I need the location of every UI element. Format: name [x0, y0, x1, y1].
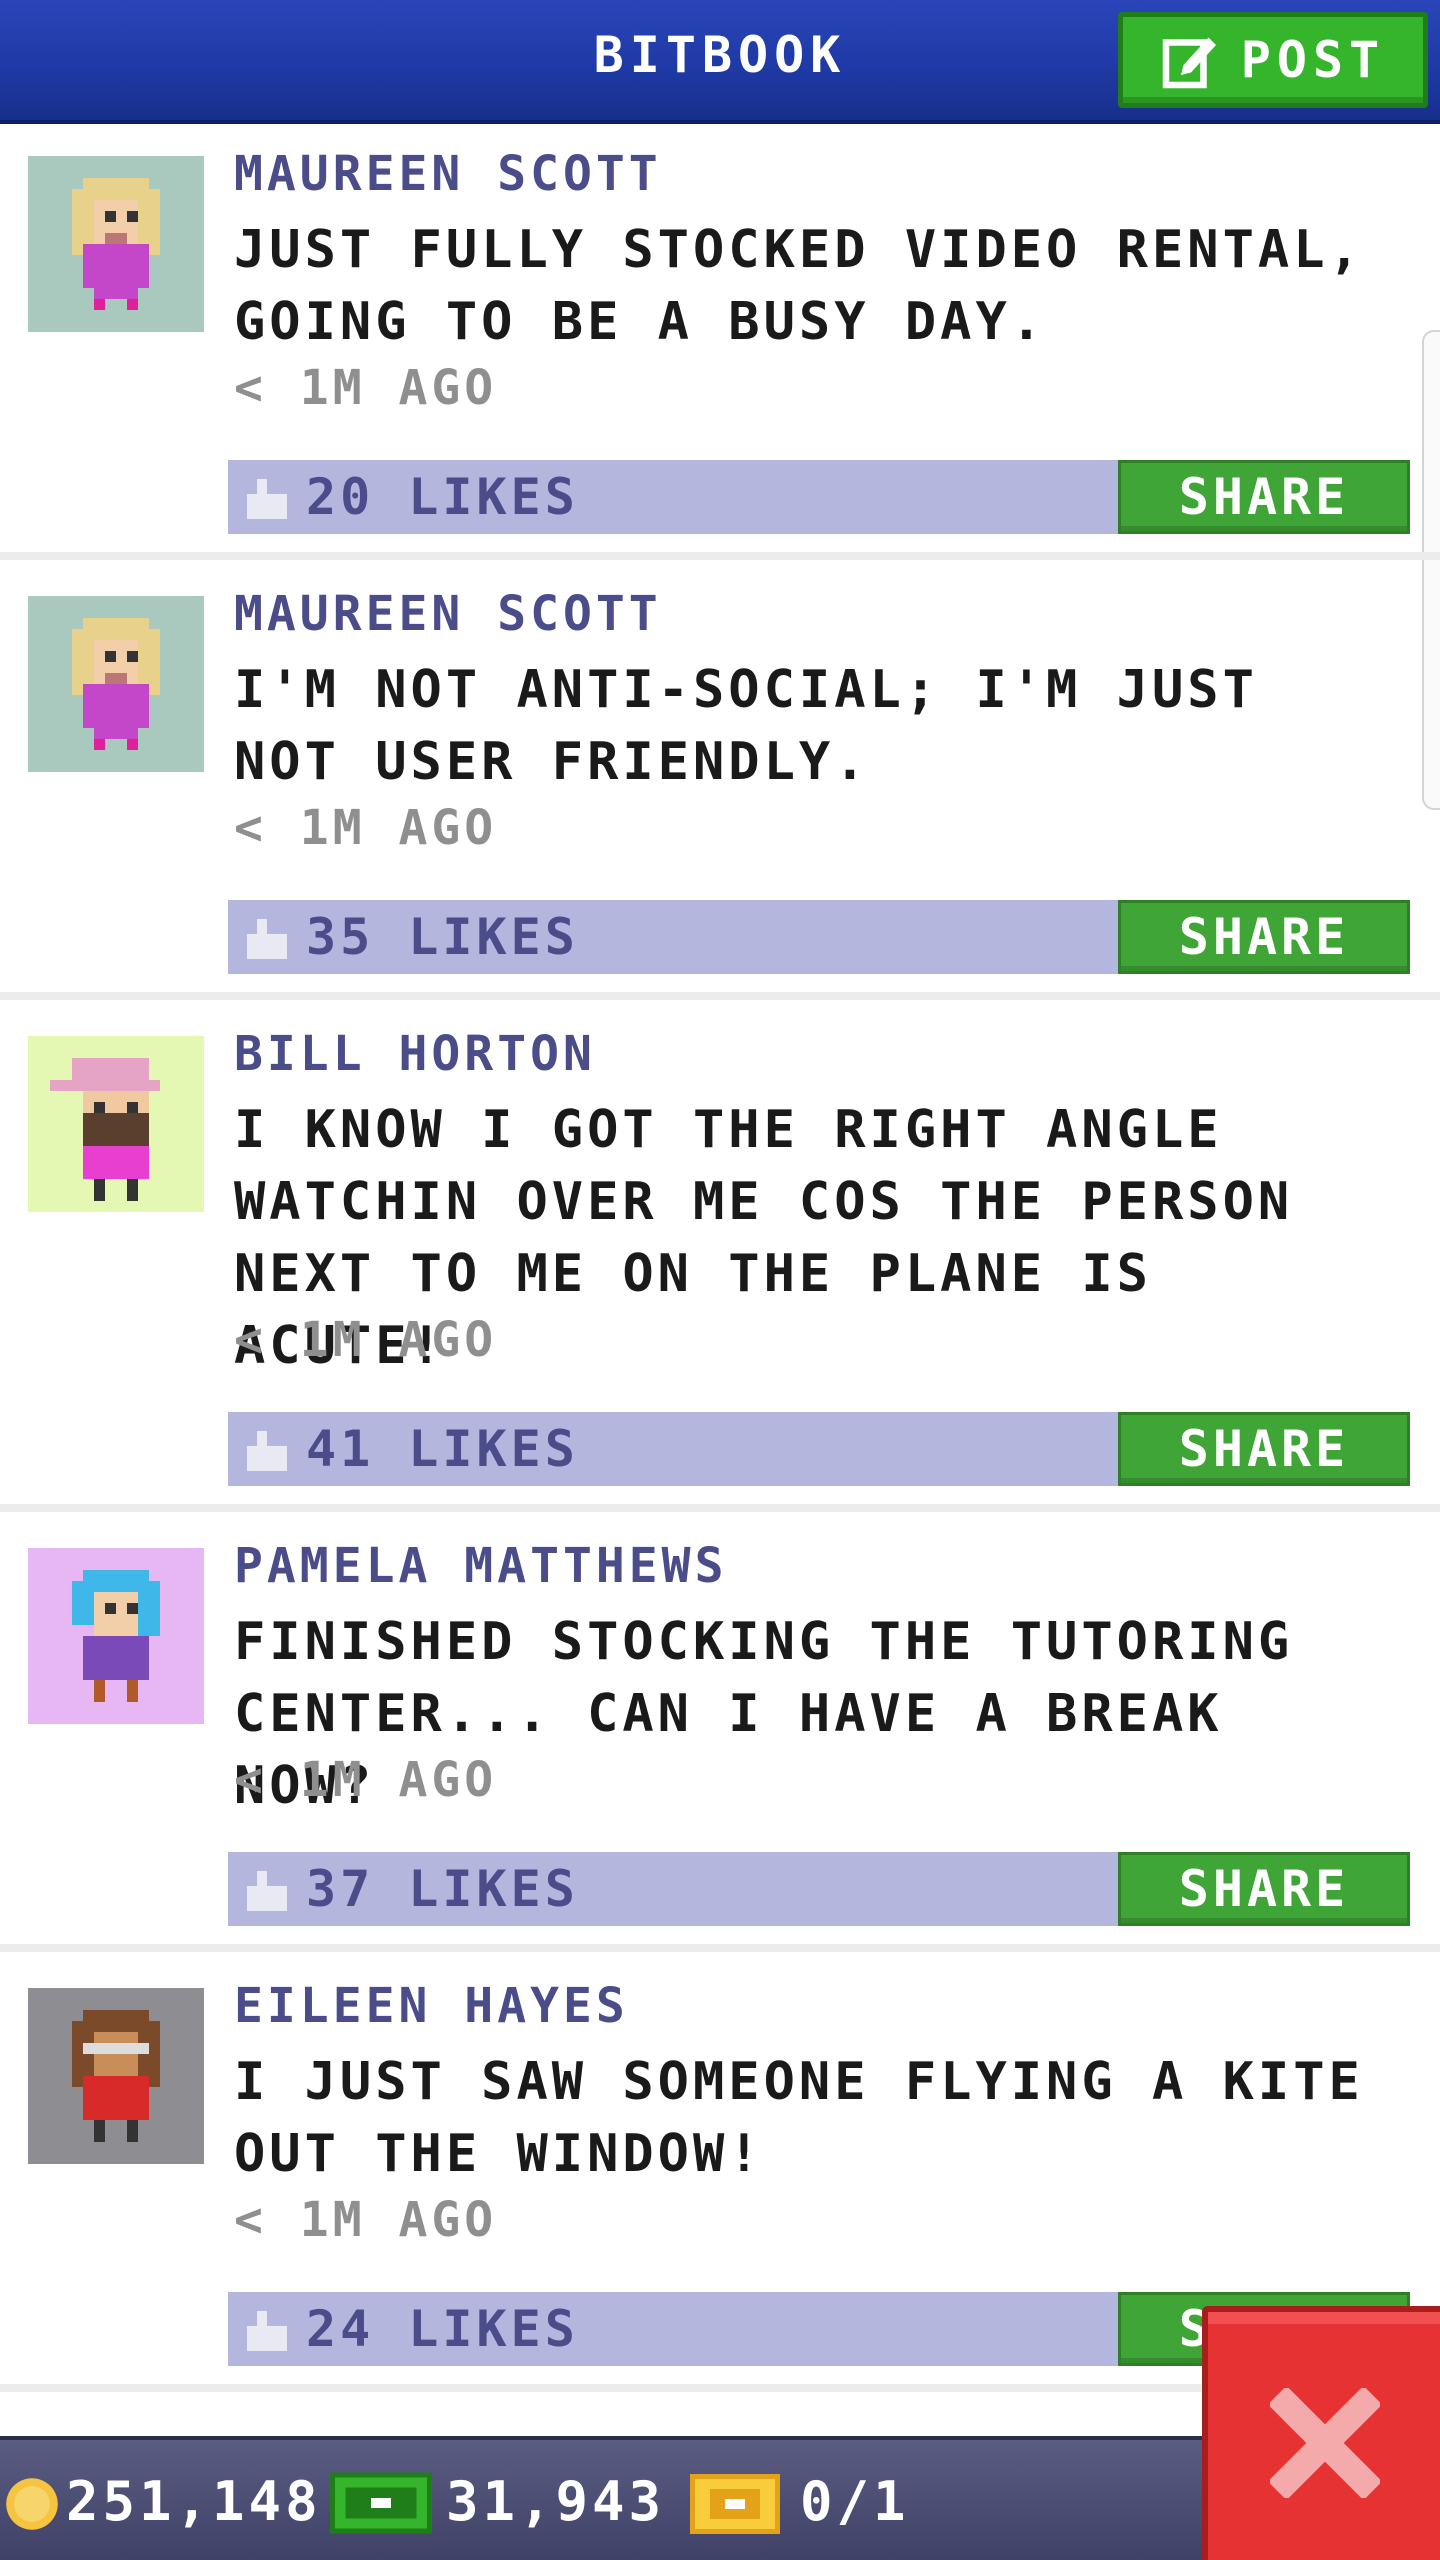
avatar-woman-glasses-red[interactable] — [28, 1988, 204, 2164]
share-button[interactable]: SHARE — [1118, 1852, 1410, 1926]
bitbook-screen: BITBOOK POST MAUREEN SCOTT JUST FULLY ST… — [0, 0, 1440, 2560]
feed-post: PAMELA MATTHEWS FINISHED STOCKING THE TU… — [0, 1520, 1440, 1952]
post-text: I JUST SAW SOMEONE FLYING A KITE OUT THE… — [234, 2052, 1364, 2184]
bux-count: 31,943 — [446, 2470, 666, 2533]
share-button[interactable]: SHARE — [1118, 900, 1410, 974]
coins-count: 251,148 — [66, 2470, 322, 2533]
post-text: I'M NOT ANTI-SOCIAL; I'M JUST NOT USER F… — [234, 660, 1258, 792]
post-author[interactable]: PAMELA MATTHEWS — [234, 1538, 727, 1594]
likes-count: 35 LIKES — [306, 908, 579, 966]
post-timestamp: < 1M AGO — [234, 1752, 498, 1808]
post-button[interactable]: POST — [1118, 12, 1428, 108]
bux-icon — [330, 2472, 432, 2534]
likes-count: 41 LIKES — [306, 1420, 579, 1478]
feed-post: MAUREEN SCOTT JUST FULLY STOCKED VIDEO R… — [0, 128, 1440, 560]
share-button[interactable]: SHARE — [1118, 1412, 1410, 1486]
thumbs-up-icon[interactable] — [242, 2306, 292, 2356]
post-text: JUST FULLY STOCKED VIDEO RENTAL, GOING T… — [234, 220, 1364, 352]
edit-icon — [1162, 37, 1216, 89]
avatar-man-cap-beard[interactable] — [28, 1036, 204, 1212]
likes-count: 37 LIKES — [306, 1860, 579, 1918]
likes-bar: 35 LIKES SHARE — [228, 900, 1410, 974]
ticket-icon — [690, 2474, 780, 2534]
post-author[interactable]: BILL HORTON — [234, 1026, 596, 1082]
share-button[interactable]: SHARE — [1118, 460, 1410, 534]
post-author[interactable]: EILEEN HAYES — [234, 1978, 629, 2034]
tickets-count: 0/1 — [800, 2470, 910, 2533]
post-timestamp: < 1M AGO — [234, 800, 498, 856]
thumbs-up-icon[interactable] — [242, 474, 292, 524]
close-icon — [1270, 2388, 1380, 2498]
likes-bar: 41 LIKES SHARE — [228, 1412, 1410, 1486]
thumbs-up-icon[interactable] — [242, 1866, 292, 1916]
avatar-woman-blonde-pink[interactable] — [28, 156, 204, 332]
post-author[interactable]: MAUREEN SCOTT — [234, 586, 662, 642]
post-timestamp: < 1M AGO — [234, 1312, 498, 1368]
thumbs-up-icon[interactable] — [242, 914, 292, 964]
close-button[interactable] — [1202, 2306, 1440, 2560]
app-header: BITBOOK POST — [0, 0, 1440, 124]
post-timestamp: < 1M AGO — [234, 2192, 498, 2248]
post-author[interactable]: MAUREEN SCOTT — [234, 146, 662, 202]
feed-post: BILL HORTON I KNOW I GOT THE RIGHT ANGLE… — [0, 1008, 1440, 1512]
post-button-label: POST — [1240, 31, 1386, 89]
likes-count: 20 LIKES — [306, 468, 579, 526]
post-timestamp: < 1M AGO — [234, 360, 498, 416]
feed-post: MAUREEN SCOTT I'M NOT ANTI-SOCIAL; I'M J… — [0, 568, 1440, 1000]
thumbs-up-icon[interactable] — [242, 1426, 292, 1476]
likes-bar: 37 LIKES SHARE — [228, 1852, 1410, 1926]
likes-bar: 20 LIKES SHARE — [228, 460, 1410, 534]
likes-count: 24 LIKES — [306, 2300, 579, 2358]
coin-icon — [6, 2478, 58, 2530]
avatar-woman-blue-hair[interactable] — [28, 1548, 204, 1724]
avatar-woman-blonde-pink[interactable] — [28, 596, 204, 772]
